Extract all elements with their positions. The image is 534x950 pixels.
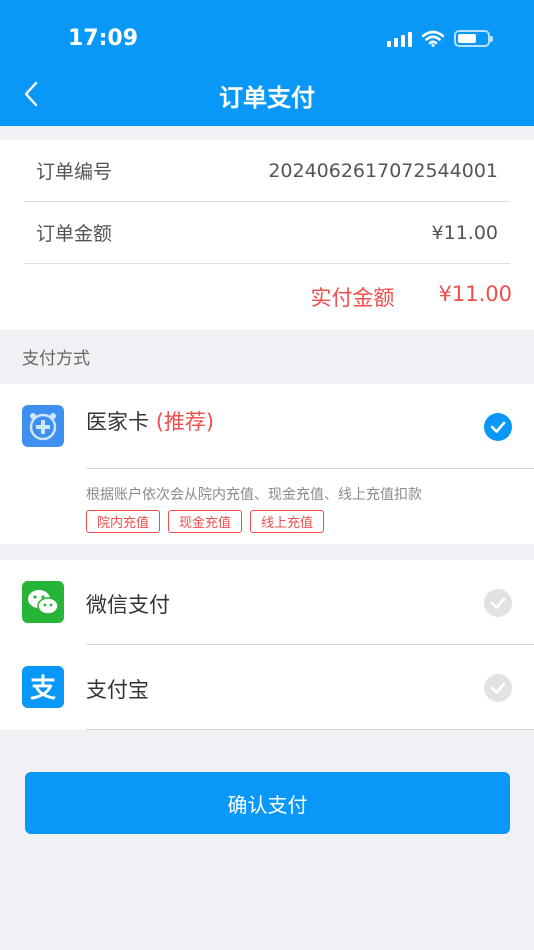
status-time: 17:09 [68,26,139,51]
paid-amount-label: 实付金额 [310,286,395,310]
recharge-source-tags: 院内充值 现金充值 线上充值 [86,510,325,533]
battery-icon [454,30,493,47]
tag-cash-recharge: 现金充值 [168,510,243,533]
wechat-icon [22,581,64,623]
status-icons [387,30,493,47]
order-amount-label: 订单金额 [36,223,113,245]
payment-method-section-label: 支付方式 [22,349,90,369]
order-amount-row: 订单金额 ¥11.00 [24,202,510,264]
check-icon [490,421,506,433]
tag-online-recharge: 线上充值 [250,510,325,533]
svg-text:支: 支 [30,674,56,704]
page-title: 订单支付 [219,84,315,112]
navigation-header: 17:09 订单支付 [0,0,534,126]
other-payment-options: 微信支付 支 支付宝 [0,560,534,730]
alipay-unselected-check[interactable] [484,674,512,702]
order-number-row: 订单编号 2024062617072544001 [24,140,510,202]
medical-card-selected-check[interactable] [484,413,512,441]
wechat-pay-label: 微信支付 [86,593,170,617]
divider [86,468,534,469]
check-icon [490,682,506,694]
payment-option-alipay[interactable]: 支 支付宝 [0,645,534,730]
check-icon [490,597,506,609]
medical-card-description: 根据账户依次会从院内充值、现金充值、线上充值扣款 [86,487,422,503]
confirm-payment-button[interactable]: 确认支付 [25,772,510,834]
order-summary-card: 订单编号 2024062617072544001 订单金额 ¥11.00 实付金… [0,140,534,330]
order-number-value: 2024062617072544001 [268,159,498,182]
medical-card-name: 医家卡 (推荐) [86,406,214,436]
cellular-signal-icon [387,31,412,47]
alipay-label: 支付宝 [86,678,149,702]
payment-option-medical-card[interactable]: 医家卡 (推荐) 根据账户依次会从院内充值、现金充值、线上充值扣款 院内充值 现… [0,384,534,544]
receipt-edge [0,322,534,330]
paid-amount-value: ¥11.00 [438,282,512,306]
wechat-unselected-check[interactable] [484,589,512,617]
order-amount-value: ¥11.00 [431,221,498,244]
medical-card-label: 医家卡 [86,410,149,434]
paid-amount-row: 实付金额 ¥11.00 [311,282,512,312]
wifi-icon [422,30,444,47]
order-number-label: 订单编号 [36,161,113,183]
divider [86,729,534,730]
tag-hospital-recharge: 院内充值 [86,510,161,533]
alipay-icon: 支 [22,666,64,708]
medical-card-icon [22,405,64,447]
recommend-badge: (推荐) [155,410,215,434]
payment-option-wechat[interactable]: 微信支付 [0,560,534,645]
